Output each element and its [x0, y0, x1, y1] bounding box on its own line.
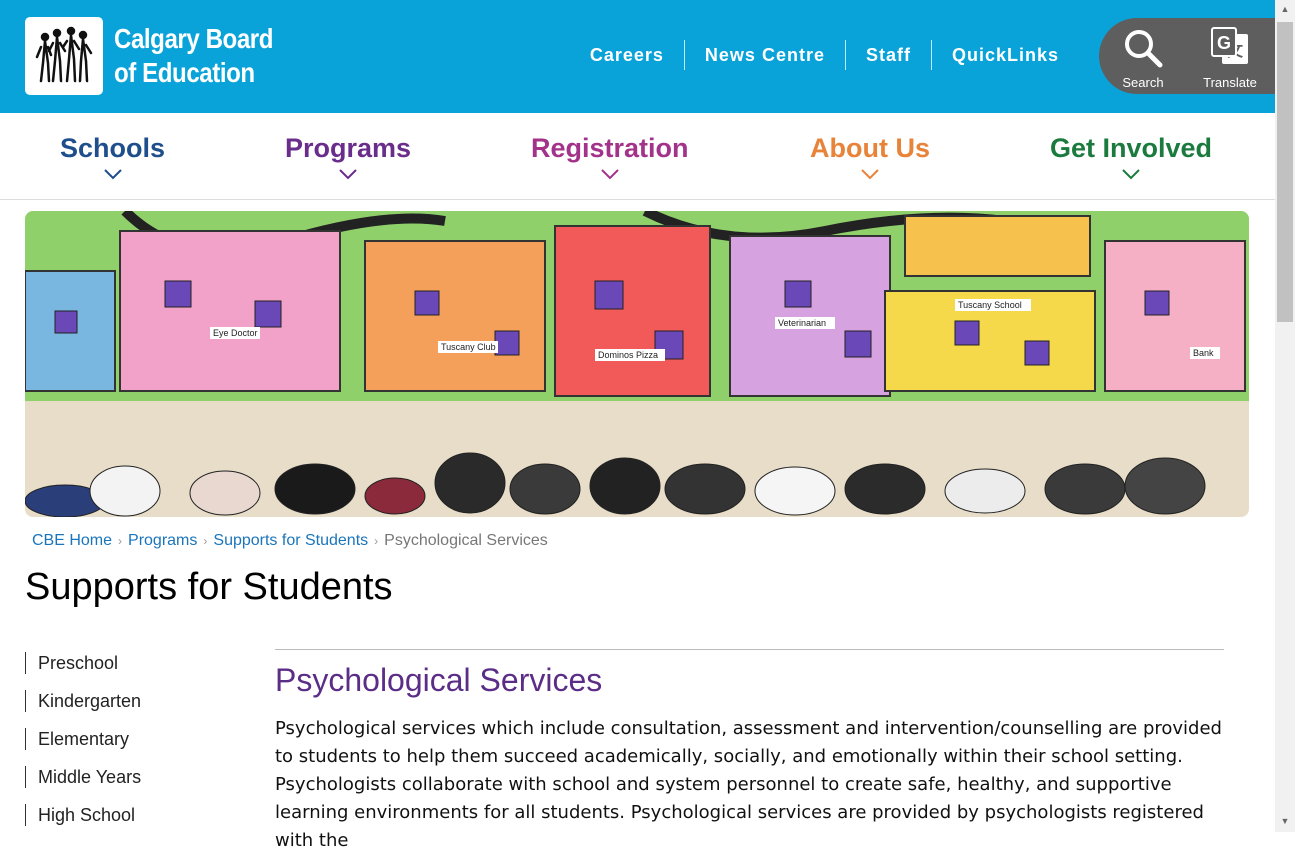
search-button[interactable]: Search [1108, 26, 1178, 90]
hero-label-dominos-pizza: Dominos Pizza [598, 350, 658, 360]
hero-label-veterinarian: Veterinarian [778, 318, 826, 328]
logo-wordmark[interactable]: Calgary Board of Education [114, 22, 273, 90]
hero-label-tuscany-school: Tuscany School [958, 300, 1022, 310]
breadcrumb-separator-icon: › [203, 534, 208, 548]
hero-label-tuscany-club: Tuscany Club [441, 342, 496, 352]
utility-links: Careers News Centre Staff QuickLinks [570, 40, 1079, 70]
nav-get-involved-label: Get Involved [1050, 133, 1213, 163]
chevron-down-icon [339, 169, 357, 180]
nav-schools[interactable]: Schools [60, 133, 165, 180]
careers-link[interactable]: Careers [570, 40, 684, 70]
children-art-and-shoes-illustration: Eye Doctor Tuscany Club Dominos Pizza Ve… [25, 211, 1249, 517]
scroll-down-arrow-icon[interactable]: ▼ [1275, 816, 1295, 826]
nav-registration-label: Registration [531, 133, 689, 163]
chevron-down-icon [103, 169, 122, 180]
hero-banner-image: Eye Doctor Tuscany Club Dominos Pizza Ve… [25, 211, 1249, 517]
chevron-down-icon [861, 169, 879, 180]
cbe-logo[interactable] [25, 17, 103, 95]
search-icon [1125, 30, 1163, 68]
quicklinks-link[interactable]: QuickLinks [930, 40, 1079, 70]
translate-button[interactable]: 文 G Translate [1195, 26, 1265, 90]
sidenav-item-elementary[interactable]: Elementary [25, 728, 141, 750]
breadcrumb-separator-icon: › [118, 534, 123, 548]
scroll-up-arrow-icon[interactable]: ▲ [1275, 4, 1295, 14]
sidenav-item-middle-years[interactable]: Middle Years [25, 766, 141, 788]
breadcrumb-separator-icon: › [374, 534, 379, 548]
nav-schools-label: Schools [60, 133, 166, 163]
hero-label-bank: Bank [1193, 348, 1214, 358]
header-tools: Search 文 G Translate [1099, 18, 1275, 94]
breadcrumb-supports-for-students[interactable]: Supports for Students [213, 532, 368, 549]
translate-label: Translate [1203, 75, 1257, 90]
content-heading: Psychological Services [275, 662, 603, 698]
hero-label-eye-doctor: Eye Doctor [213, 328, 258, 338]
chevron-down-icon [1122, 169, 1140, 180]
breadcrumb-current: Psychological Services [384, 532, 548, 549]
content-paragraph: Psychological services which include con… [275, 718, 1222, 851]
nav-about-us[interactable]: About Us [810, 133, 930, 180]
breadcrumb: CBE Home › Programs › Supports for Students ›… [32, 532, 548, 550]
breadcrumb-cbe-home[interactable]: CBE Home [32, 532, 112, 549]
breadcrumb-programs[interactable]: Programs [128, 532, 197, 549]
logo-line-1: Calgary Board [114, 23, 274, 54]
logo-figures-icon [35, 26, 93, 83]
sidenav-item-preschool[interactable]: Preschool [25, 652, 141, 674]
svg-text:G: G [1217, 33, 1231, 53]
sidenav-item-high-school[interactable]: High School [25, 804, 141, 826]
main-content: Psychological Services Psychological ser… [275, 649, 1224, 855]
sidenav-item-kindergarten[interactable]: Kindergarten [25, 690, 141, 712]
page-title: Supports for Students [25, 566, 393, 608]
search-label: Search [1122, 75, 1164, 90]
logo-line-2: of Education [114, 57, 255, 88]
news-centre-link[interactable]: News Centre [683, 40, 845, 70]
nav-programs-label: Programs [285, 133, 412, 163]
site-header: Calgary Board of Education Careers News … [0, 0, 1275, 113]
chevron-down-icon [601, 169, 619, 180]
nav-about-us-label: About Us [810, 133, 930, 163]
nav-registration[interactable]: Registration [531, 133, 689, 180]
scrollbar-thumb[interactable] [1277, 22, 1293, 322]
main-navigation: Schools Programs Registration About Us G… [0, 113, 1275, 200]
nav-programs[interactable]: Programs [285, 133, 411, 180]
staff-link[interactable]: Staff [844, 40, 931, 70]
section-sidenav: Preschool Kindergarten Elementary Middle… [25, 652, 141, 842]
nav-get-involved[interactable]: Get Involved [1050, 133, 1212, 180]
translate-icon: 文 G [1211, 27, 1248, 64]
